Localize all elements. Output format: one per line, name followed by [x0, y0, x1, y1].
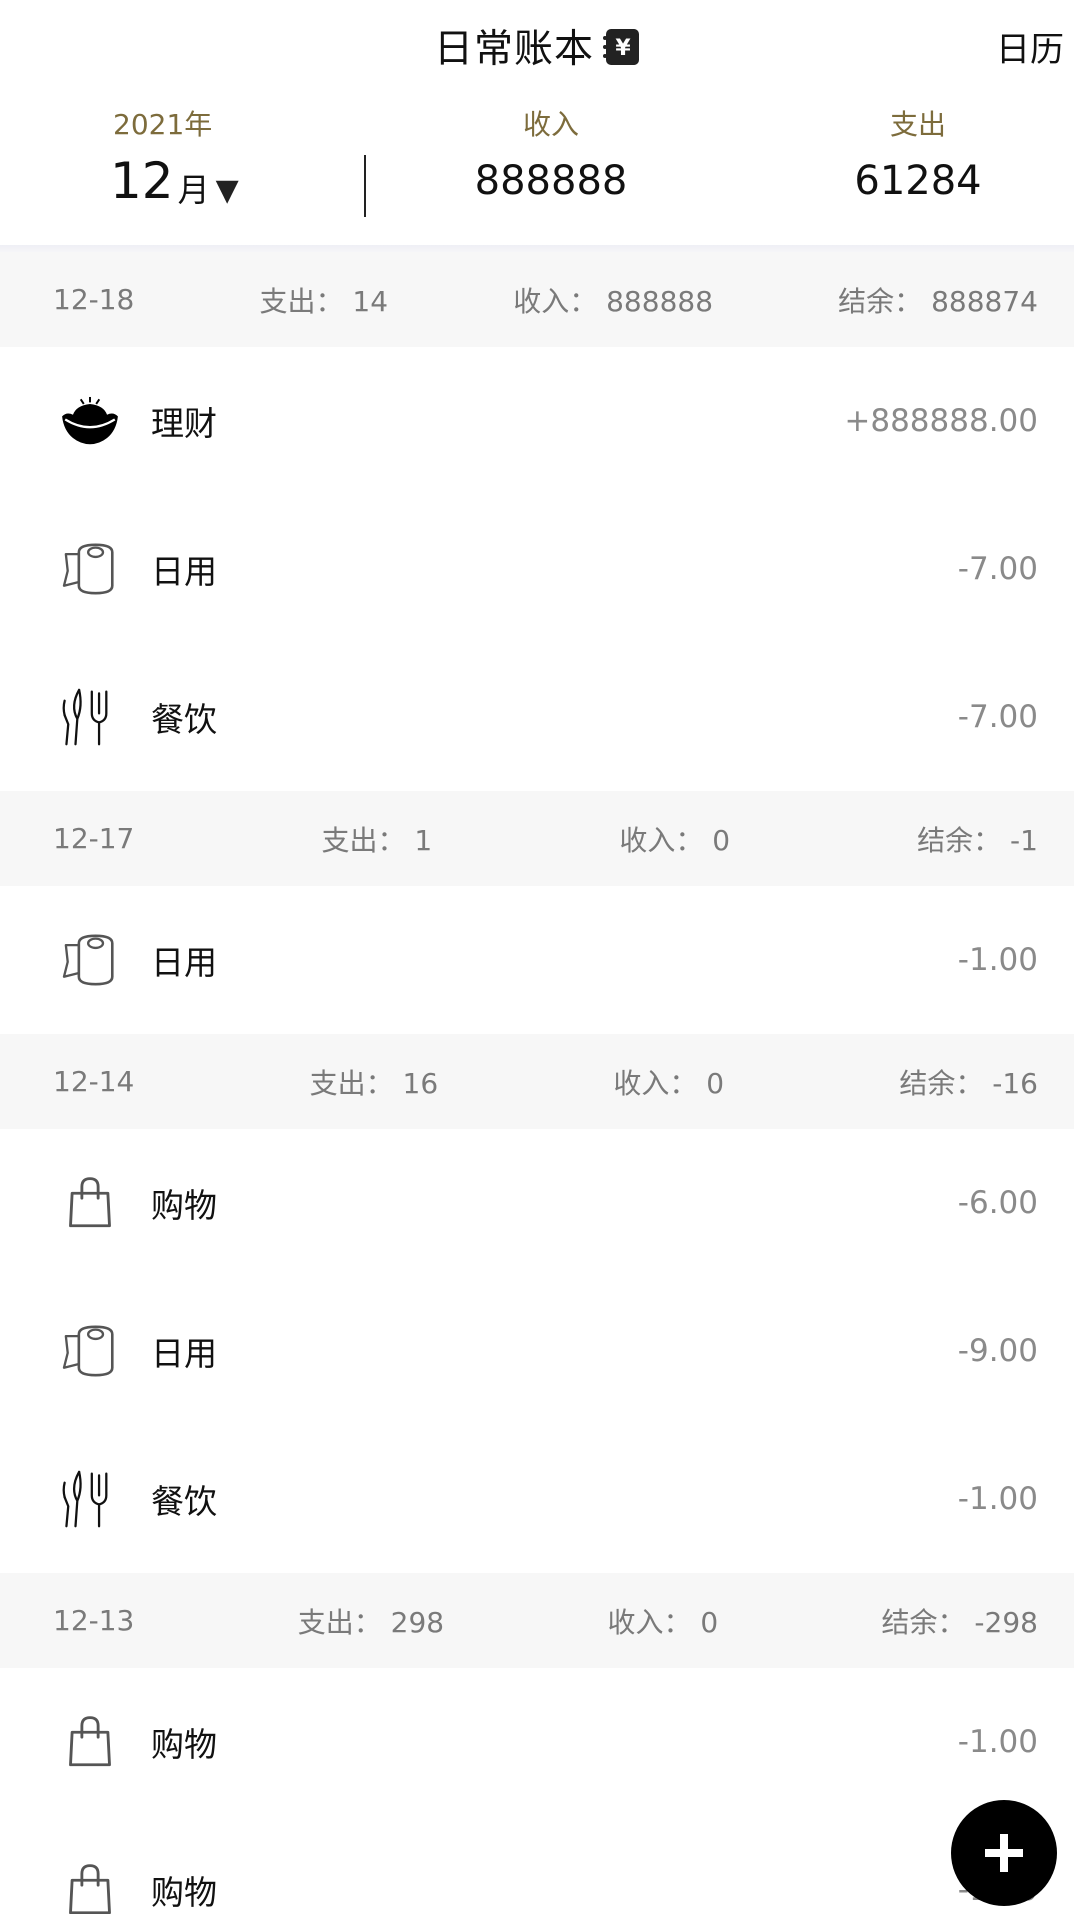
day-expense: 支出： 1 [321, 823, 433, 857]
month-summary: 2021年 12 月 ▼ 收入 888888 支出 61284 [0, 100, 1074, 246]
income-value: 888888 [474, 158, 628, 204]
expense-summary: 支出 61284 [818, 100, 1018, 212]
category-label: 日用 [151, 1334, 217, 1373]
expense-label: 支出 [889, 108, 946, 141]
day-expense: 支出： 14 [259, 284, 389, 318]
month-unit: 月 [177, 171, 210, 209]
category-label: 购物 [151, 1725, 217, 1764]
income-label: 收入 [522, 108, 579, 141]
shopping-bag-icon [52, 1168, 127, 1238]
category-label: 购物 [151, 1186, 217, 1225]
day-date: 12-13 [53, 1604, 135, 1637]
month-picker[interactable]: 2021年 12 月 ▼ [110, 100, 239, 212]
yen-notebook-icon: ¥ [602, 28, 640, 66]
shopping-bag-icon [52, 1707, 127, 1777]
cutlery-icon [52, 682, 127, 752]
calendar-button[interactable]: 日历 [996, 22, 1064, 71]
day-date: 12-14 [53, 1065, 135, 1098]
amount: -9.00 [957, 1333, 1038, 1369]
transaction-row[interactable]: 日用 -9.00 [0, 1277, 1074, 1425]
shopping-bag-icon [52, 1855, 127, 1914]
transaction-row[interactable]: 购物-1.00 [0, 1816, 1074, 1914]
day-balance: 结余： -1 [917, 823, 1038, 857]
day-header: 12-14 支出： 16 收入： 0 结余： -16 [0, 1034, 1074, 1129]
category-label: 日用 [151, 943, 217, 982]
transaction-row[interactable]: 日用 -1.00 [0, 886, 1074, 1034]
title-bar: 日常账本 ¥ 日历 [0, 0, 1074, 100]
year-label: 2021年 [113, 108, 213, 141]
transaction-row[interactable]: 餐饮 -7.00 [0, 643, 1074, 791]
transaction-row[interactable]: 日用 -7.00 [0, 495, 1074, 643]
day-expense: 支出： 16 [309, 1066, 439, 1100]
day-date: 12-17 [53, 822, 135, 855]
category-label: 餐饮 [151, 700, 217, 739]
toilet-paper-icon [52, 534, 127, 604]
income-summary: 收入 888888 [451, 100, 651, 212]
day-header: 12-17 支出： 1 收入： 0 结余： -1 [0, 791, 1074, 886]
category-label: 餐饮 [151, 1482, 217, 1521]
transaction-row[interactable]: 理财 +888888.00 [0, 347, 1074, 495]
amount: -7.00 [957, 699, 1038, 735]
amount: -7.00 [957, 551, 1038, 587]
title-group: 日常账本 ¥ [0, 18, 1074, 74]
amount: -6.00 [957, 1185, 1038, 1221]
day-balance: 结余： -16 [899, 1066, 1038, 1100]
month-value: 12 [110, 152, 174, 210]
toilet-paper-icon [52, 925, 127, 995]
day-expense: 支出： 298 [297, 1605, 445, 1639]
day-header: 12-13 支出： 298 收入： 0 结余： -298 [0, 1573, 1074, 1668]
transaction-row[interactable]: 餐饮 -1.00 [0, 1425, 1074, 1573]
plus-icon [985, 1834, 1023, 1872]
day-income: 收入： 0 [607, 1605, 719, 1639]
category-label: 理财 [151, 404, 217, 443]
day-header: 12-18 支出： 14 收入： 888888 结余： 888874 [0, 252, 1074, 347]
day-balance: 结余： 888874 [838, 284, 1038, 318]
svg-text:¥: ¥ [615, 36, 631, 61]
amount: -1.00 [957, 1481, 1038, 1517]
transaction-row[interactable]: 购物 -6.00 [0, 1129, 1074, 1277]
day-income: 收入： 0 [619, 823, 731, 857]
day-income: 收入： 888888 [513, 284, 714, 318]
day-balance: 结余： -298 [881, 1605, 1038, 1639]
caret-down-icon[interactable]: ▼ [216, 170, 239, 212]
transaction-row[interactable]: 购物 -1.00 [0, 1668, 1074, 1816]
add-record-button[interactable] [951, 1800, 1057, 1906]
amount: -1.00 [957, 942, 1038, 978]
category-label: 日用 [151, 552, 217, 591]
gold-ingot-icon [52, 386, 127, 456]
day-date: 12-18 [53, 283, 135, 316]
summary-divider [364, 155, 366, 217]
page-title: 日常账本 [433, 27, 594, 72]
transaction-list[interactable]: 12-18 支出： 14 收入： 888888 结余： 888874 理财 +888888… [0, 252, 1074, 1914]
cutlery-icon [52, 1464, 127, 1534]
toilet-paper-icon [52, 1316, 127, 1386]
amount: -1.00 [957, 1724, 1038, 1760]
category-label: 购物 [151, 1873, 217, 1912]
amount: +888888.00 [844, 403, 1038, 439]
month-selector[interactable]: 12 月 ▼ [110, 150, 239, 212]
expense-value: 61284 [854, 158, 982, 204]
day-income: 收入： 0 [613, 1066, 725, 1100]
